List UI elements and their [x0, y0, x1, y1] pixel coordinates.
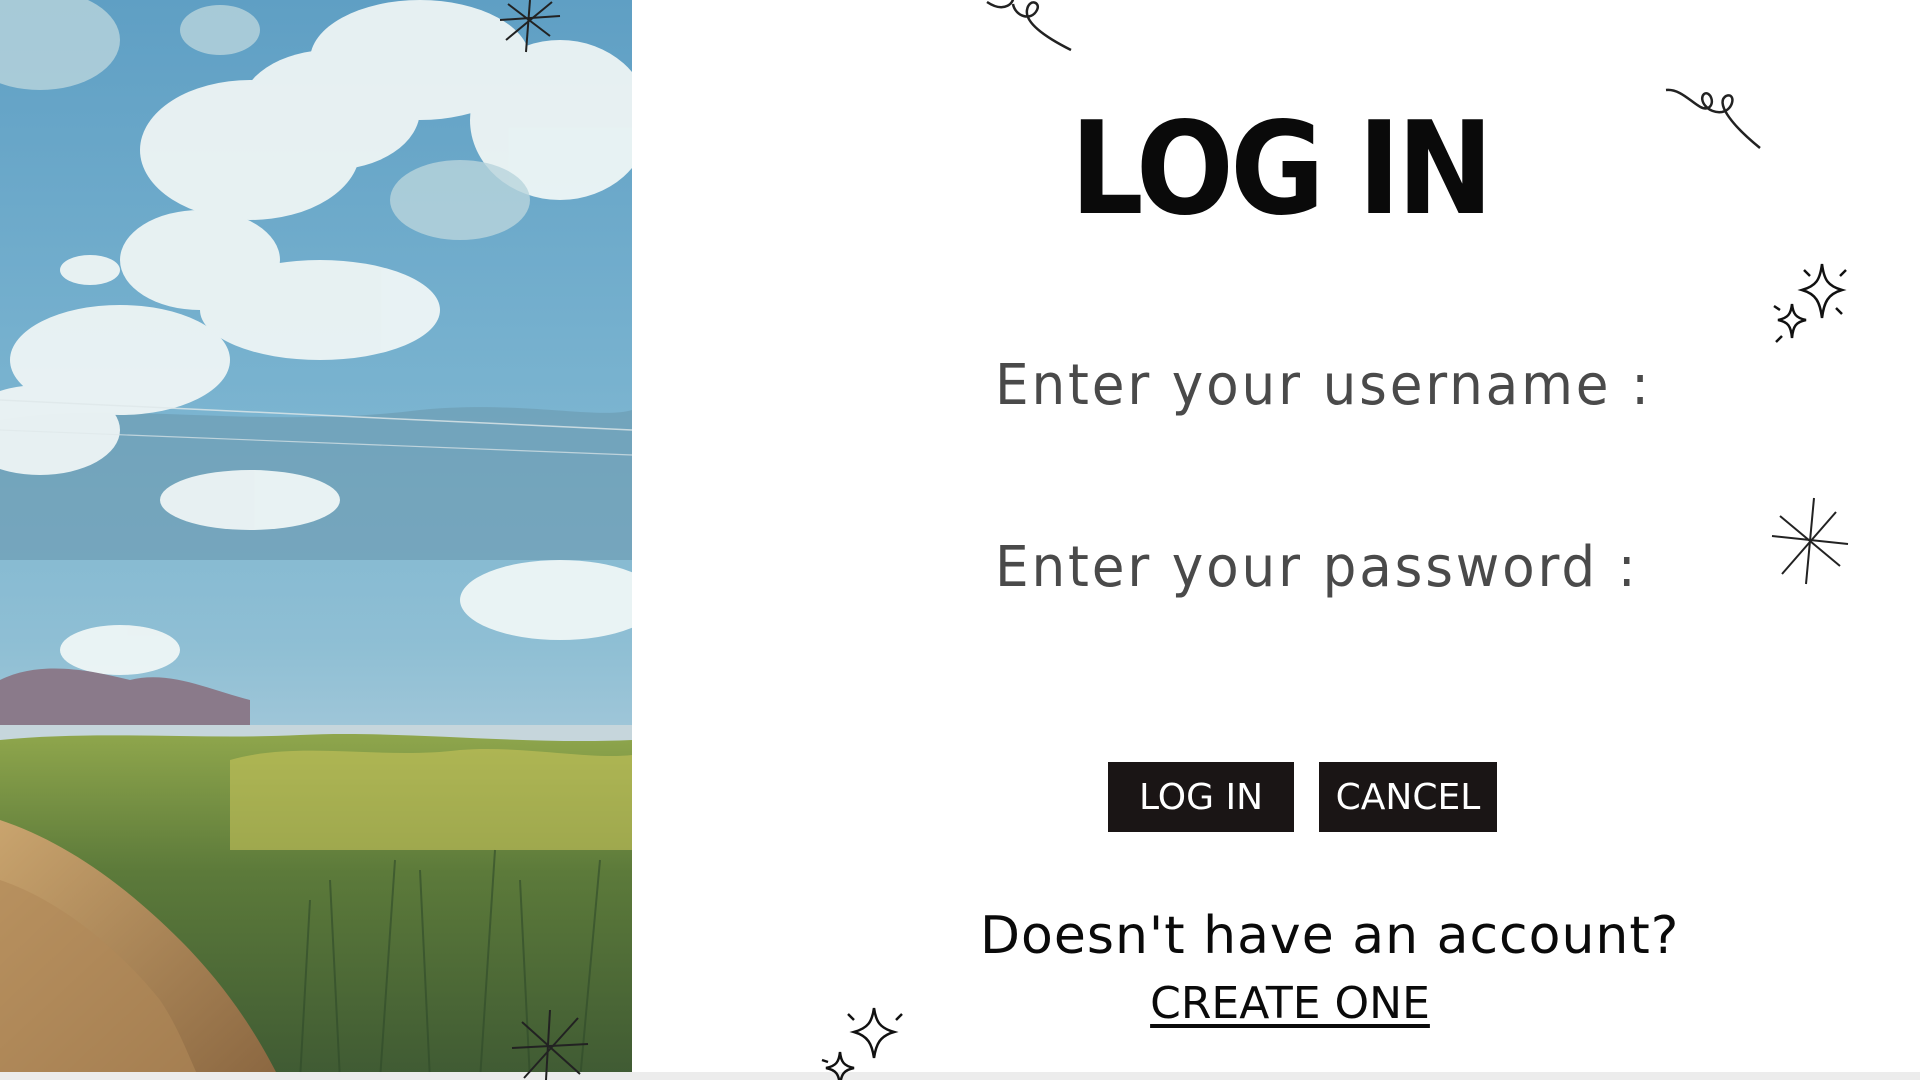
login-button[interactable]: LOG IN	[1108, 762, 1294, 832]
bottom-divider	[0, 1072, 1920, 1080]
sparkle-icon	[821, 1007, 903, 1080]
landscape-illustration	[0, 0, 632, 1080]
asterisk-icon	[511, 1009, 589, 1080]
create-account-link[interactable]: CREATE ONE	[1100, 976, 1480, 1032]
cancel-button[interactable]: CANCEL	[1319, 762, 1497, 832]
account-prompt: Doesn't have an account?	[980, 906, 1680, 966]
swirl-icon	[986, 0, 1072, 52]
sparkle-icon	[1773, 263, 1847, 343]
asterisk-icon	[1771, 497, 1849, 585]
password-label: Enter your password :	[995, 535, 1639, 600]
username-label: Enter your username :	[995, 353, 1652, 418]
swirl-icon	[1665, 88, 1761, 149]
page-title: LOG IN	[1070, 95, 1493, 244]
asterisk-icon	[499, 0, 561, 53]
